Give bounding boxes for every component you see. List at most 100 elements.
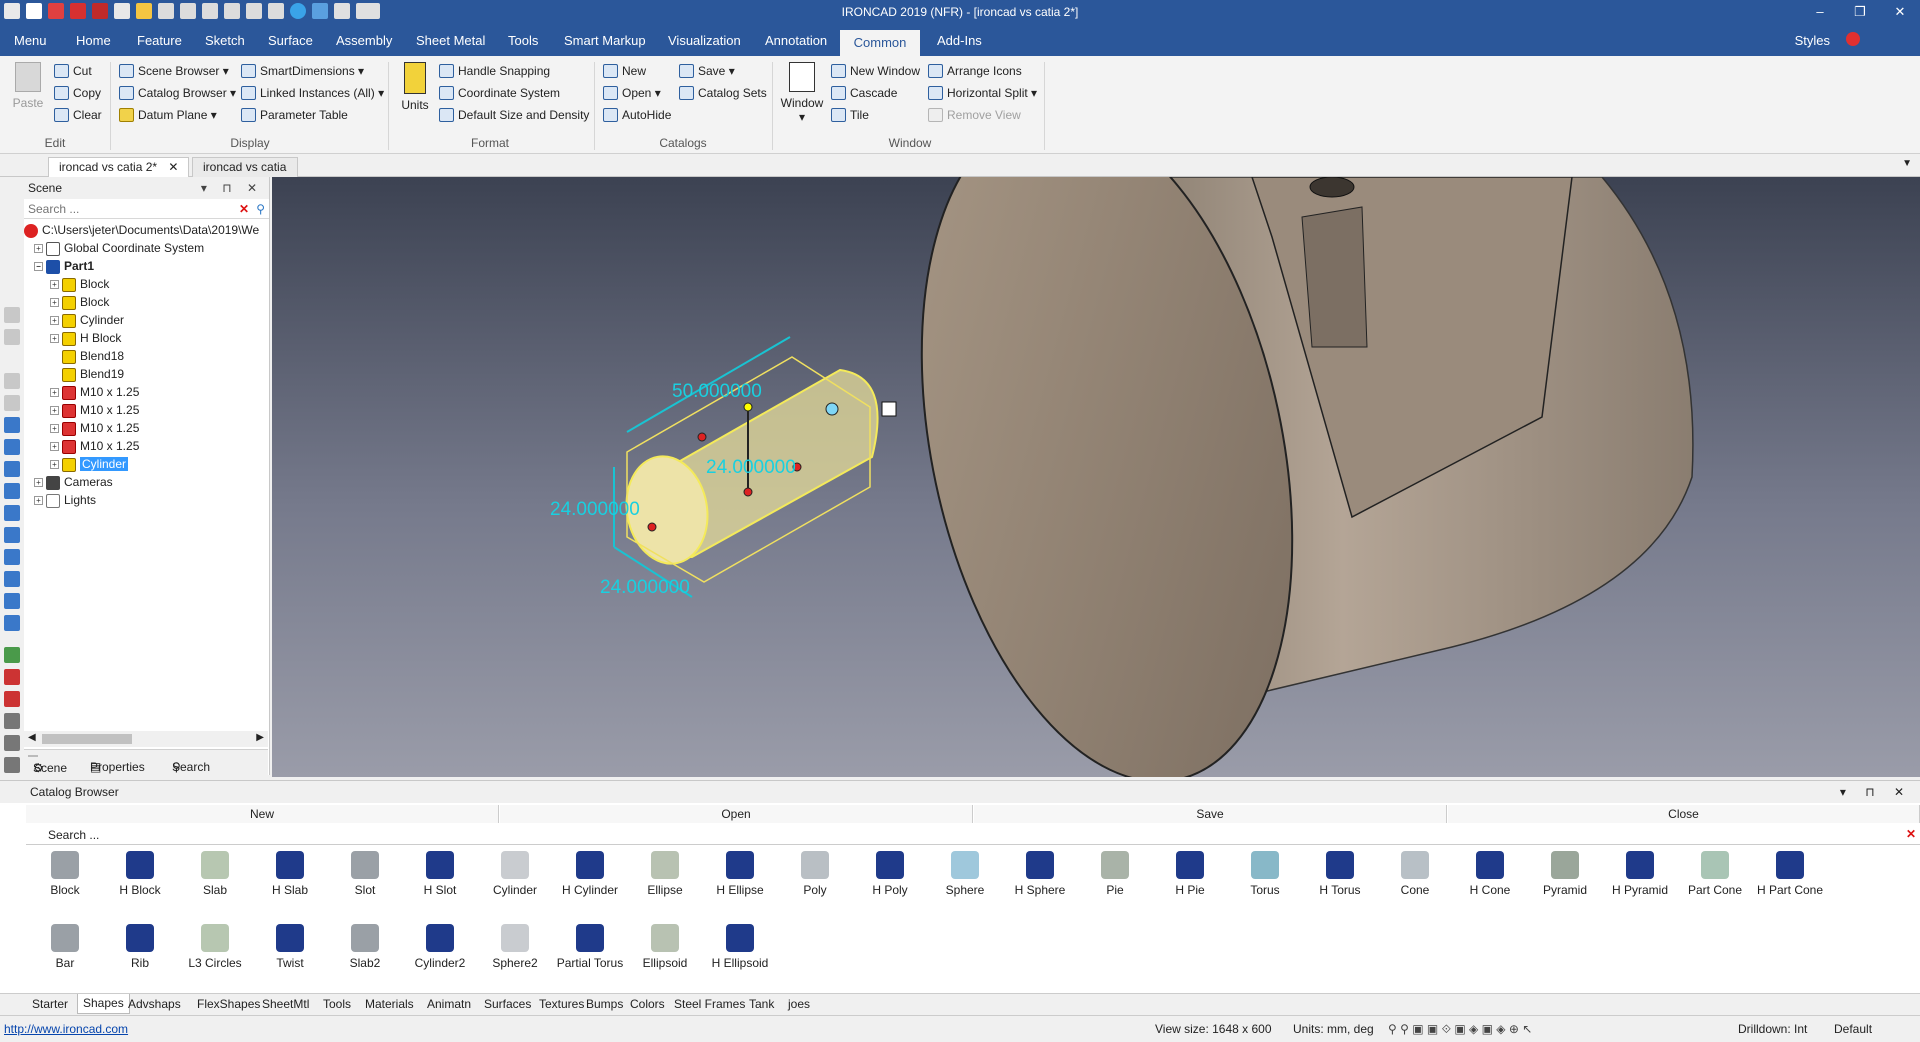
threaded-hole[interactable]	[1309, 177, 1355, 198]
tree-item[interactable]: + M10 x 1.25	[24, 401, 269, 419]
scene-browser-button[interactable]: Scene Browser ▾	[118, 62, 229, 80]
status-tool-icons[interactable]: ⚲ ⚲ ▣ ▣ ⟐ ▣ ◈ ▣ ◈ ⊕ ↖	[1388, 1016, 1532, 1042]
expand-icon[interactable]: +	[34, 496, 43, 506]
new-window-button[interactable]: New Window	[830, 62, 920, 80]
expand-icon[interactable]: +	[34, 244, 43, 254]
catalog-tab[interactable]: Materials	[365, 997, 414, 1011]
view-icon[interactable]	[4, 439, 20, 455]
expand-icon[interactable]: +	[50, 424, 59, 434]
expand-icon[interactable]: +	[50, 406, 59, 416]
catalog-shape-item[interactable]: Bar	[28, 924, 102, 970]
catalog-tab[interactable]: Textures	[539, 997, 584, 1011]
catalog-new-button[interactable]: New	[602, 62, 646, 80]
catalog-shape-item[interactable]: Cylinder2	[403, 924, 477, 970]
catalog-shape-item[interactable]: Partial Torus	[553, 924, 627, 970]
expand-icon[interactable]: +	[50, 460, 59, 470]
view-icon[interactable]	[4, 483, 20, 499]
scene-search-input[interactable]	[24, 199, 224, 218]
handle-dot[interactable]	[743, 487, 753, 497]
catalog-tab[interactable]: Surfaces	[484, 997, 531, 1011]
default-size-button[interactable]: Default Size and Density	[438, 106, 589, 124]
catalog-shape-item[interactable]: Pie	[1078, 851, 1152, 897]
catalog-shape-item[interactable]: Twist	[253, 924, 327, 970]
snap-icon[interactable]	[4, 691, 20, 707]
view-icon[interactable]	[4, 527, 20, 543]
expand-icon[interactable]: +	[50, 334, 59, 344]
catalog-shape-item[interactable]: H Cylinder	[553, 851, 627, 897]
catalog-open-tab-button[interactable]: Open	[500, 805, 973, 823]
tree-item[interactable]: Blend18	[24, 347, 269, 365]
tab-surface[interactable]: Surface	[262, 26, 319, 56]
tree-item-selected[interactable]: + Cylinder	[24, 455, 269, 473]
dimension-center[interactable]: 24.000000	[706, 457, 796, 478]
select-icon[interactable]	[4, 307, 20, 323]
arrange-icons-button[interactable]: Arrange Icons	[927, 62, 1022, 80]
catalog-new-tab-button[interactable]: New	[26, 805, 499, 823]
tab-smart-markup[interactable]: Smart Markup	[558, 26, 652, 56]
catalog-save-tab-button[interactable]: Save	[974, 805, 1447, 823]
catalog-shape-item[interactable]: Pyramid	[1528, 851, 1602, 897]
tree-item[interactable]: + H Block	[24, 329, 269, 347]
tree-root[interactable]: C:\Users\jeter\Documents\Data\2019\We	[24, 221, 269, 239]
tool-icon[interactable]	[4, 395, 20, 411]
tree-node-cameras[interactable]: + Cameras	[24, 473, 269, 491]
view-icon[interactable]	[4, 505, 20, 521]
paste-button[interactable]: Paste	[10, 62, 46, 110]
catalog-browser-button[interactable]: Catalog Browser ▾	[118, 84, 236, 102]
coordinate-system-button[interactable]: Coordinate System	[438, 84, 560, 102]
catalog-shape-item[interactable]: Slot	[328, 851, 402, 897]
tab-scene[interactable]: ⚙ Scene	[28, 755, 67, 775]
tab-sketch[interactable]: Sketch	[199, 26, 251, 56]
catalog-save-button[interactable]: Save ▾	[678, 62, 735, 80]
filter-icon[interactable]: ⚲	[256, 202, 265, 216]
tab-home[interactable]: Home	[70, 26, 117, 56]
doc-tab-active[interactable]: ironcad vs catia 2* ✕	[48, 157, 190, 177]
catalog-shape-item[interactable]: Cylinder	[478, 851, 552, 897]
tab-menu[interactable]: Menu	[8, 26, 53, 56]
catalog-tab[interactable]: Animatn	[427, 997, 471, 1011]
tree-item[interactable]: + M10 x 1.25	[24, 437, 269, 455]
copy-button[interactable]: Copy	[53, 84, 101, 102]
dimension-length[interactable]: 50.000000	[672, 381, 762, 402]
catalog-shape-item[interactable]: H Slab	[253, 851, 327, 897]
smart-dimensions-button[interactable]: SmartDimensions ▾	[240, 62, 364, 80]
tree-item[interactable]: + M10 x 1.25	[24, 383, 269, 401]
close-button[interactable]: ✕	[1880, 0, 1920, 26]
view-icon[interactable]	[4, 593, 20, 609]
catalog-shape-item[interactable]: Sphere	[928, 851, 1002, 897]
doc-tab[interactable]: ironcad vs catia	[192, 157, 298, 177]
maximize-button[interactable]: ❐	[1840, 0, 1880, 26]
catalog-shape-item[interactable]: Part Cone	[1678, 851, 1752, 897]
clear-search-icon[interactable]: ✕	[239, 202, 249, 216]
default-select[interactable]: Default	[1834, 1016, 1872, 1042]
linked-instances-button[interactable]: Linked Instances (All) ▾	[240, 84, 384, 102]
tab-visualization[interactable]: Visualization	[662, 26, 747, 56]
catalog-shape-item[interactable]: H Block	[103, 851, 177, 897]
datum-plane-button[interactable]: Datum Plane ▾	[118, 106, 217, 124]
tool-icon[interactable]	[4, 329, 20, 345]
remove-view-button[interactable]: Remove View	[927, 106, 1021, 124]
tab-list-icon[interactable]: ▼	[1902, 158, 1912, 169]
catalog-shape-item[interactable]: H Slot	[403, 851, 477, 897]
handle-dot[interactable]	[743, 402, 753, 412]
catalog-shape-item[interactable]: H Sphere	[1003, 851, 1077, 897]
catalog-search-input[interactable]: Search ...	[26, 825, 1920, 845]
catalog-shape-item[interactable]: Cone	[1378, 851, 1452, 897]
catalog-tab[interactable]: Advshaps	[128, 997, 181, 1011]
view-icon[interactable]	[4, 461, 20, 477]
catalog-shape-item[interactable]: Sphere2	[478, 924, 552, 970]
catalog-tab[interactable]: Starter	[32, 997, 68, 1011]
tree-item[interactable]: Blend19	[24, 365, 269, 383]
expand-icon[interactable]: +	[34, 478, 43, 488]
handle-dot[interactable]	[697, 432, 707, 442]
tab-assembly[interactable]: Assembly	[330, 26, 398, 56]
catalog-shape-item[interactable]: Ellipse	[628, 851, 702, 897]
catalog-shape-item[interactable]: Slab2	[328, 924, 402, 970]
catalog-shape-item[interactable]: Poly	[778, 851, 852, 897]
view-icon[interactable]	[4, 549, 20, 565]
catalog-tab[interactable]: joes	[788, 997, 810, 1011]
measure-icon[interactable]	[4, 735, 20, 751]
tree-node-lights[interactable]: + Lights	[24, 491, 269, 509]
help-icon[interactable]	[1846, 32, 1860, 46]
cut-button[interactable]: Cut	[53, 62, 92, 80]
